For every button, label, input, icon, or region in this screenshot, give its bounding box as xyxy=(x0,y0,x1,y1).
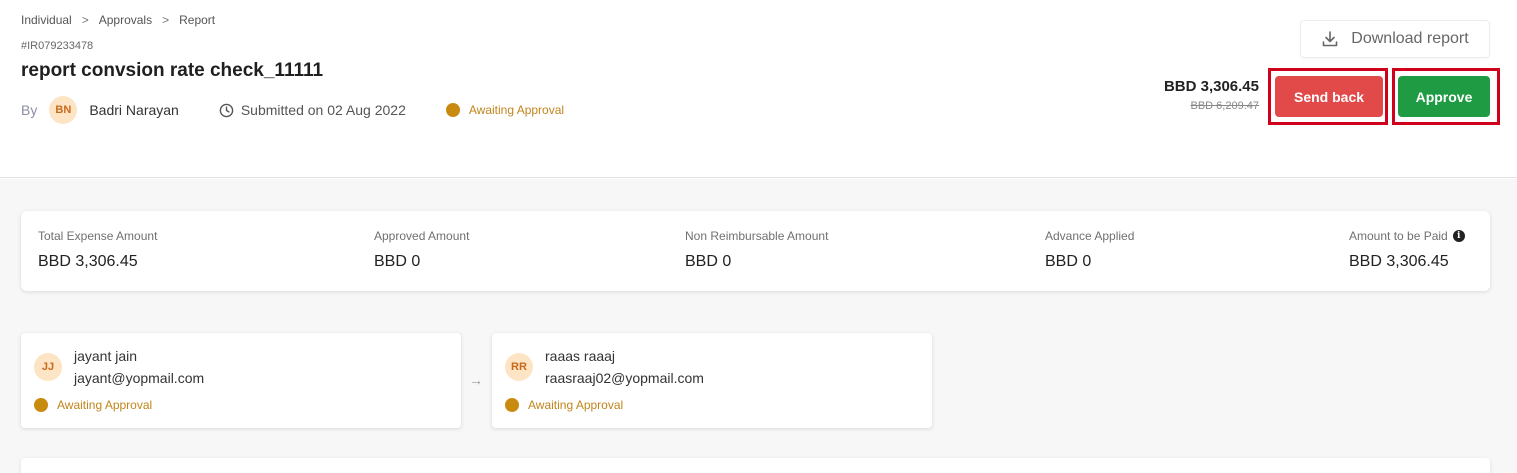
download-icon xyxy=(1322,31,1338,47)
summary-amount-to-be-paid: Amount to be Paid i BBD 3,306.45 xyxy=(1349,229,1465,271)
breadcrumb-individual[interactable]: Individual xyxy=(21,13,72,27)
breadcrumb-approvals[interactable]: Approvals xyxy=(99,13,152,27)
info-icon[interactable]: i xyxy=(1452,230,1465,242)
status-dot xyxy=(505,398,519,412)
summary-label: Approved Amount xyxy=(374,229,470,243)
summary-advance-applied: Advance Applied BBD 0 xyxy=(1045,229,1134,271)
submitted-text: Submitted on 02 Aug 2022 xyxy=(240,102,406,118)
status-dot xyxy=(34,398,48,412)
summary-approved: Approved Amount BBD 0 xyxy=(374,229,469,271)
download-label: Download report xyxy=(1351,30,1469,47)
breadcrumb: Individual > Approvals > Report xyxy=(21,13,215,27)
status-text: Awaiting Approval xyxy=(528,398,624,412)
approver-name: raaas raaaj xyxy=(545,348,616,364)
summary-value: BBD 0 xyxy=(374,253,421,270)
report-content: Total Expense Amount BBD 3,306.45 Approv… xyxy=(0,179,1517,473)
summary-label: Advance Applied xyxy=(1045,229,1135,243)
breadcrumb-separator: > xyxy=(81,13,89,27)
original-amount: BBD 6,209.47 xyxy=(1190,100,1260,112)
breadcrumb-separator: > xyxy=(162,13,170,27)
summary-value: BBD 3,306.45 xyxy=(1349,253,1449,270)
report-meta: By BN Badri Narayan Submitted on 02 Aug … xyxy=(21,96,564,124)
status-badge: Awaiting Approval xyxy=(505,398,623,412)
send-back-button[interactable]: Send back xyxy=(1275,76,1383,117)
status-badge: Awaiting Approval xyxy=(34,398,152,412)
summary-label: Amount to be Paid i xyxy=(1349,229,1465,243)
avatar: RR xyxy=(505,353,533,381)
expense-list-card xyxy=(21,458,1490,473)
summary-label-text: Amount to be Paid xyxy=(1349,229,1448,243)
summary-label: Total Expense Amount xyxy=(38,229,158,243)
clock-icon xyxy=(219,103,234,117)
avatar: BN xyxy=(49,96,78,124)
approver-name: jayant jain xyxy=(74,348,138,364)
status-text: Awaiting Approval xyxy=(468,103,565,117)
page-title: report convsion rate check_11111 xyxy=(21,60,324,81)
report-id: #IR079233478 xyxy=(21,40,94,52)
report-amount: BBD 3,306.45 xyxy=(1163,78,1259,95)
submitter-name: Badri Narayan xyxy=(89,102,179,118)
arrow-right-icon: → xyxy=(469,372,483,388)
approver-email: raasraaj02@yopmail.com xyxy=(545,370,704,386)
summary-value: BBD 0 xyxy=(685,253,732,270)
avatar: JJ xyxy=(34,353,62,381)
summary-non-reimbursable: Non Reimbursable Amount BBD 0 xyxy=(685,229,828,271)
approve-button[interactable]: Approve xyxy=(1398,76,1490,117)
by-label: By xyxy=(21,102,38,118)
summary-value: BBD 3,306.45 xyxy=(38,253,138,270)
status-badge: Awaiting Approval xyxy=(445,103,565,117)
breadcrumb-report: Report xyxy=(179,13,216,27)
amount-summary-card: Total Expense Amount BBD 3,306.45 Approv… xyxy=(21,211,1490,291)
report-header: Individual > Approvals > Report #IR07923… xyxy=(0,0,1517,178)
approver-card: JJ jayant jain jayant@yopmail.com Awaiti… xyxy=(21,333,461,428)
status-text: Awaiting Approval xyxy=(57,398,153,412)
submitted-date: Submitted on 02 Aug 2022 xyxy=(219,102,406,118)
approver-email: jayant@yopmail.com xyxy=(74,370,205,386)
status-dot xyxy=(445,103,460,117)
download-report-button[interactable]: Download report xyxy=(1300,20,1490,58)
summary-label: Non Reimbursable Amount xyxy=(685,229,829,243)
summary-total-expense: Total Expense Amount BBD 3,306.45 xyxy=(38,229,157,271)
approver-card: RR raaas raaaj raasraaj02@yopmail.com Aw… xyxy=(492,333,932,428)
summary-value: BBD 0 xyxy=(1045,253,1092,270)
